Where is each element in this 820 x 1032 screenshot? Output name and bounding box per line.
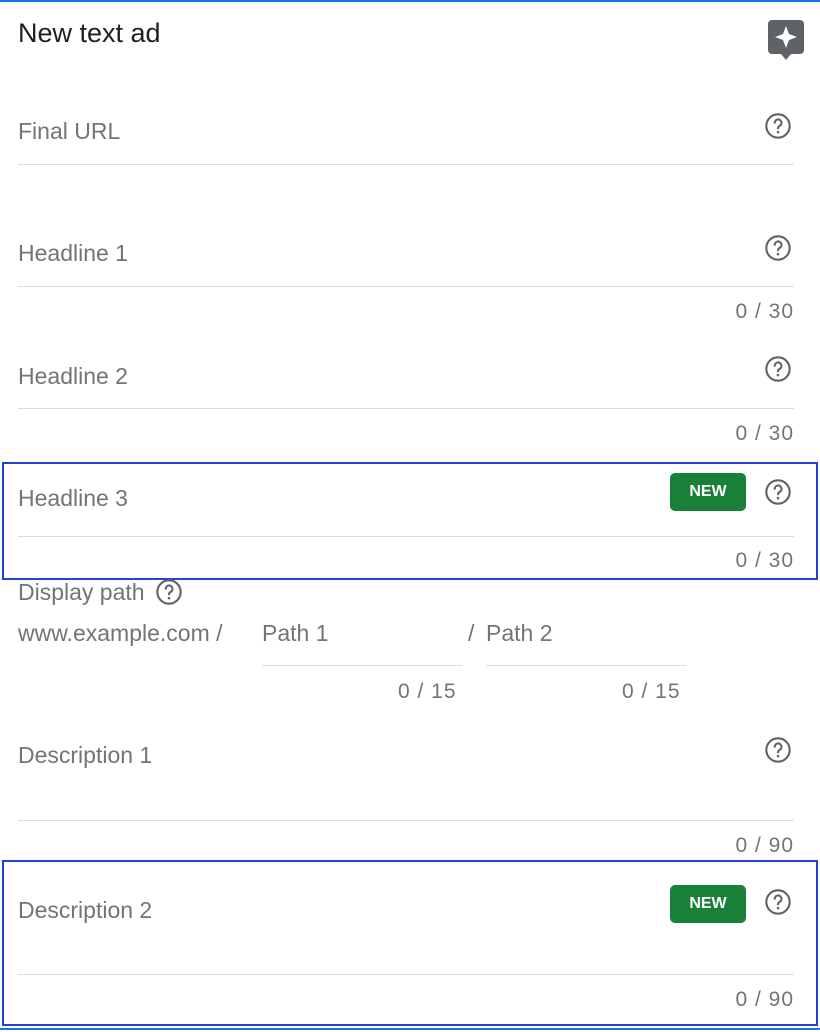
final-url-field[interactable]: Final URL [18,118,120,145]
help-icon[interactable] [764,888,792,916]
display-path-label-text: Display path [18,578,145,605]
help-icon[interactable] [155,578,183,606]
new-badge: NEW [670,885,746,923]
description-1-field[interactable]: Description 1 [18,742,152,769]
description-2-underline [18,974,794,975]
help-icon[interactable] [764,355,792,383]
headline-2-field[interactable]: Headline 2 [18,363,128,390]
final-url-underline [18,164,794,165]
description-2-field[interactable]: Description 2 [18,897,152,924]
headline-3-field[interactable]: Headline 3 [18,485,128,512]
headline-1-field[interactable]: Headline 1 [18,240,128,267]
headline-1-char-counter: 0 / 30 [735,300,794,323]
headline-2-char-counter: 0 / 30 [735,422,794,445]
path-1-input[interactable] [262,620,462,666]
path-2-char-counter: 0 / 15 [622,680,681,703]
display-path-label: Display path [18,578,183,606]
path-2-input[interactable] [486,620,686,666]
headline-3-char-counter: 0 / 30 [735,549,794,572]
new-badge: NEW [670,473,746,511]
path-1-char-counter: 0 / 15 [398,680,457,703]
description-1-underline [18,820,794,821]
description-2-char-counter: 0 / 90 [735,988,794,1011]
sparkle-assist-icon[interactable] [766,18,806,62]
page-title: New text ad [18,18,161,48]
headline-2-underline [18,408,794,409]
help-icon[interactable] [764,112,792,140]
display-path-domain: www.example.com / [18,620,223,646]
description-1-char-counter: 0 / 90 [735,834,794,857]
path-separator: / [468,620,475,646]
help-icon[interactable] [764,736,792,764]
bottom-accent-line [0,1028,820,1030]
headline-1-underline [18,286,794,287]
top-accent-line [0,0,820,2]
help-icon[interactable] [764,478,792,506]
help-icon[interactable] [764,234,792,262]
headline-3-underline [18,536,794,537]
